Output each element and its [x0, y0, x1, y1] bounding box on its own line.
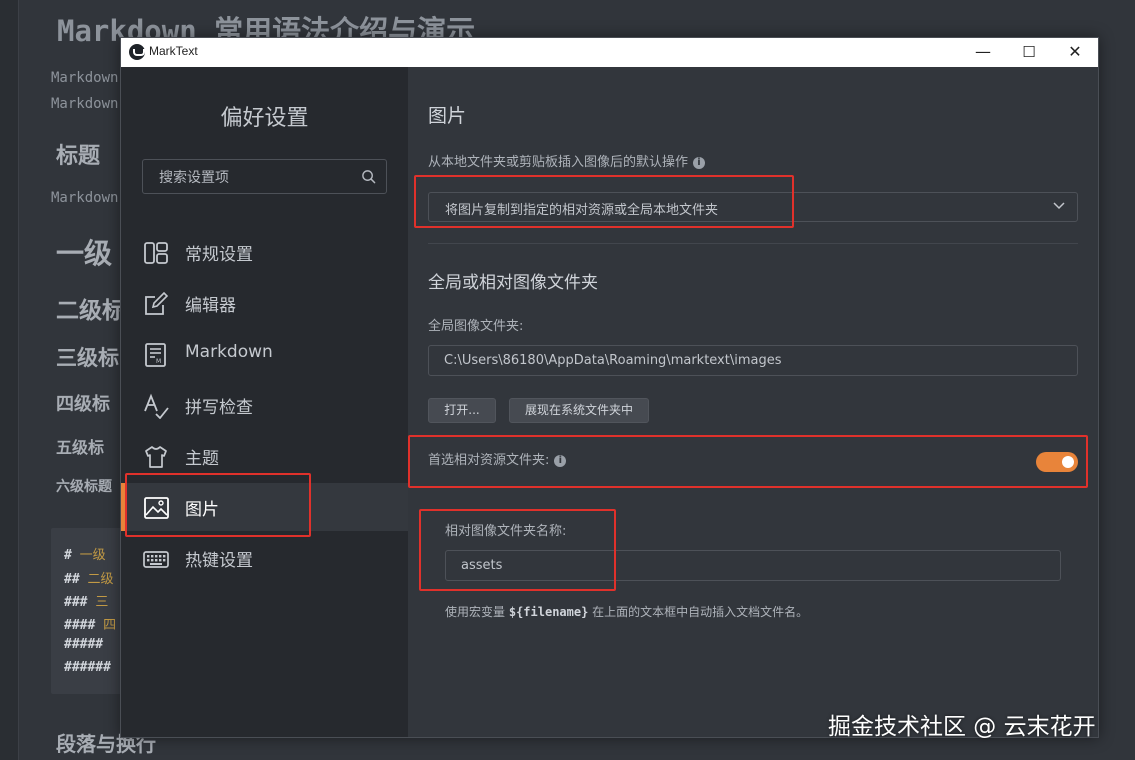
image-settings-panel: 图片 从本地文件夹或剪贴板插入图像后的默认操作 i 将图片复制到指定的相对资源或全…: [408, 67, 1098, 737]
section-title: 图片: [428, 105, 467, 127]
background-left-gutter: [0, 0, 19, 760]
show-in-folder-button[interactable]: 展现在系统文件夹中: [509, 398, 649, 423]
code-line: # 一级: [64, 548, 106, 563]
sidebar-item-label: 常规设置: [185, 245, 253, 265]
preferences-window: MarkText — ☐ ✕ 偏好设置 常规设置: [120, 37, 1099, 738]
code-line: ######: [64, 660, 111, 675]
sidebar-item-label: 拼写检查: [185, 398, 253, 418]
annotation-box-prefer-relative: [408, 435, 1088, 488]
layout-icon: [144, 242, 168, 264]
annotation-box-relative-name: [419, 509, 616, 591]
sidebar-item-general[interactable]: 常规设置: [121, 228, 408, 276]
theme-shirt-icon: [145, 446, 167, 468]
sidebar-item-editor[interactable]: 编辑器: [121, 279, 408, 327]
marktext-logo-icon: [129, 44, 145, 60]
code-block: # 一级 ## 二级 ### 三 #### 四 ##### ######: [51, 528, 131, 694]
sidebar-item-hotkeys[interactable]: 热键设置: [121, 534, 408, 582]
document-heading-section: 标题: [56, 144, 101, 169]
settings-search[interactable]: [142, 159, 387, 194]
sidebar-item-label: 编辑器: [185, 296, 236, 316]
title-bar[interactable]: MarkText — ☐ ✕: [121, 38, 1098, 67]
global-folder-label: 全局图像文件夹:: [428, 319, 524, 334]
keyboard-icon: [143, 551, 169, 568]
document-h2: 二级标: [56, 298, 125, 324]
code-line: #####: [64, 637, 104, 652]
search-input[interactable]: [157, 167, 351, 189]
chevron-down-icon: [1053, 202, 1065, 210]
info-icon[interactable]: i: [693, 156, 706, 169]
markdown-icon: M: [145, 343, 166, 367]
sidebar-item-label: 主题: [185, 449, 219, 469]
sidebar-item-label: 热键设置: [185, 551, 253, 571]
code-line: #### 四: [64, 618, 117, 633]
preferences-sidebar: 偏好设置 常规设置 编辑器: [121, 67, 408, 737]
spellcheck-icon: [144, 393, 169, 419]
code-line: ## 二级: [64, 572, 114, 587]
edit-icon: [145, 291, 169, 315]
document-h1: 一级: [56, 237, 113, 270]
divider: [428, 243, 1078, 244]
folder-section-title: 全局或相对图像文件夹: [428, 273, 598, 293]
annotation-box-insert-action: [414, 175, 794, 228]
code-line: ### 三: [64, 595, 109, 610]
annotation-box-image-nav: [125, 473, 311, 537]
svg-text:M: M: [156, 358, 161, 365]
sidebar-title: 偏好设置: [220, 106, 309, 131]
document-h5: 五级标: [56, 438, 105, 457]
sidebar-item-markdown[interactable]: M Markdown: [121, 330, 408, 378]
document-h6: 六级标题: [56, 479, 112, 495]
close-button[interactable]: ✕: [1052, 38, 1098, 67]
document-text-line: Markdown: [51, 96, 119, 112]
document-text-line: Markdown: [51, 190, 119, 206]
open-folder-button[interactable]: 打开...: [428, 398, 496, 423]
watermark: 掘金技术社区 @ 云末花开: [828, 714, 1096, 740]
sidebar-item-spellcheck[interactable]: 拼写检查: [121, 381, 408, 429]
document-h4: 四级标: [56, 394, 110, 415]
macro-hint: 使用宏变量 ${filename} 在上面的文本框中自动插入文档文件名。: [445, 605, 809, 619]
app-name: MarkText: [149, 44, 198, 58]
document-h3: 三级标: [56, 346, 119, 370]
document-text-line: Markdown: [51, 70, 119, 86]
global-folder-field[interactable]: [428, 345, 1078, 376]
maximize-button[interactable]: ☐: [1006, 38, 1052, 67]
minimize-button[interactable]: —: [960, 38, 1006, 67]
search-icon[interactable]: [361, 169, 376, 184]
insert-action-label: 从本地文件夹或剪贴板插入图像后的默认操作 i: [428, 151, 706, 170]
sidebar-item-label: Markdown: [185, 342, 273, 362]
